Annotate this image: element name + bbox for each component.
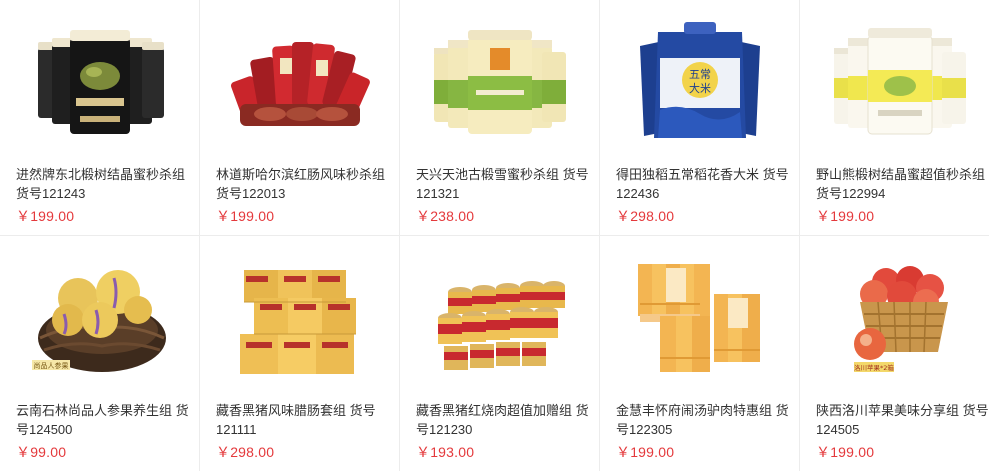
- product-title-line1[interactable]: 林道斯哈尔滨红肠风味秒杀组: [216, 165, 386, 184]
- product-image[interactable]: 洛川苹果*2箱: [830, 254, 970, 382]
- product-title-line1[interactable]: 金慧丰怀府闹汤驴肉特惠组 货: [616, 401, 789, 420]
- product-price: ￥298.00: [216, 444, 275, 460]
- product-image[interactable]: [230, 18, 370, 146]
- product-title-line1[interactable]: 进然牌东北椴树结晶蜜秒杀组: [16, 165, 186, 184]
- product-title[interactable]: 金慧丰怀府闹汤驴肉特惠组 货 号122305: [616, 401, 789, 439]
- product-title[interactable]: 藏香黑猪红烧肉超值加赠组 货 号121230: [416, 401, 589, 439]
- product-price: ￥199.00: [616, 444, 675, 460]
- product-image[interactable]: [30, 18, 170, 146]
- product-title-line2[interactable]: 货号122013: [216, 184, 386, 203]
- product-grid: 进然牌东北椴树结晶蜜秒杀组 货号121243 ￥199.00 林道斯哈尔滨红肠风…: [0, 0, 989, 471]
- product-title[interactable]: 藏香黑猪风味腊肠套组 货号 121111: [216, 401, 386, 439]
- image-caption: 洛川苹果*2箱: [854, 363, 894, 372]
- product-title-line2[interactable]: 号122305: [616, 420, 786, 439]
- product-card[interactable]: 金慧丰怀府闹汤驴肉特惠组 货 号122305 ￥199.00: [600, 236, 800, 471]
- product-title-line1[interactable]: 野山熊椴树结晶蜜超值秒杀组: [816, 165, 986, 184]
- product-card[interactable]: 藏香黑猪红烧肉超值加赠组 货 号121230 ￥193.00: [400, 236, 600, 471]
- product-price: ￥238.00: [416, 208, 475, 224]
- product-image[interactable]: [630, 254, 770, 382]
- product-title-line1[interactable]: 得田独稻五常稻花香大米 货号: [616, 165, 789, 184]
- product-price: ￥199.00: [816, 444, 875, 460]
- product-title-line1[interactable]: 藏香黑猪红烧肉超值加赠组 货: [416, 401, 589, 420]
- product-image[interactable]: 尚品人参果: [30, 254, 170, 382]
- svg-text:五常: 五常: [689, 68, 711, 81]
- product-price: ￥298.00: [616, 208, 675, 224]
- product-price: ￥199.00: [16, 208, 75, 224]
- product-title-line1[interactable]: 藏香黑猪风味腊肠套组 货号: [216, 401, 386, 420]
- product-title[interactable]: 云南石林尚品人参果养生组 货 号124500: [16, 401, 189, 439]
- product-image[interactable]: [230, 254, 370, 382]
- product-title[interactable]: 野山熊椴树结晶蜜超值秒杀组 货号122994: [816, 165, 986, 203]
- product-price: ￥199.00: [816, 208, 875, 224]
- product-title-line2[interactable]: 号121230: [416, 420, 586, 439]
- product-title-line2[interactable]: 货号121243: [16, 184, 186, 203]
- svg-text:大米: 大米: [689, 81, 711, 95]
- product-title-line1[interactable]: 陕西洛川苹果美味分享组 货号: [816, 401, 989, 420]
- product-card[interactable]: 进然牌东北椴树结晶蜜秒杀组 货号121243 ￥199.00: [0, 0, 200, 236]
- product-title-line2[interactable]: 122436: [616, 184, 786, 203]
- product-title-line2[interactable]: 号124500: [16, 420, 186, 439]
- product-title[interactable]: 天兴天池古椴雪蜜秒杀组 货号 121321: [416, 165, 589, 203]
- product-card[interactable]: 藏香黑猪风味腊肠套组 货号 121111 ￥298.00: [200, 236, 400, 471]
- product-title[interactable]: 得田独稻五常稻花香大米 货号 122436: [616, 165, 789, 203]
- product-card[interactable]: 尚品人参果 云南石林尚品人参果养生组 货 号124500 ￥99.00: [0, 236, 200, 471]
- product-title-line1[interactable]: 云南石林尚品人参果养生组 货: [16, 401, 189, 420]
- product-card[interactable]: 洛川苹果*2箱 陕西洛川苹果美味分享组 货号 124505 ￥199.00: [800, 236, 989, 471]
- product-price: ￥193.00: [416, 444, 475, 460]
- product-image[interactable]: [830, 18, 970, 146]
- product-title-line2[interactable]: 货号122994: [816, 184, 986, 203]
- product-card[interactable]: 野山熊椴树结晶蜜超值秒杀组 货号122994 ￥199.00: [800, 0, 989, 236]
- product-title-line2[interactable]: 121321: [416, 184, 586, 203]
- product-image[interactable]: 五常 大米: [630, 18, 770, 146]
- product-image[interactable]: [430, 18, 570, 146]
- product-card[interactable]: 五常 大米 得田独稻五常稻花香大米 货号 122436 ￥298.00: [600, 0, 800, 236]
- product-card[interactable]: 天兴天池古椴雪蜜秒杀组 货号 121321 ￥238.00: [400, 0, 600, 236]
- product-title-line2[interactable]: 124505: [816, 420, 986, 439]
- product-title-line2[interactable]: 121111: [216, 420, 386, 439]
- product-card[interactable]: 林道斯哈尔滨红肠风味秒杀组 货号122013 ￥199.00: [200, 0, 400, 236]
- product-title-line1[interactable]: 天兴天池古椴雪蜜秒杀组 货号: [416, 165, 589, 184]
- product-title[interactable]: 陕西洛川苹果美味分享组 货号 124505: [816, 401, 989, 439]
- product-price: ￥199.00: [216, 208, 275, 224]
- product-price: ￥99.00: [16, 444, 67, 460]
- product-image[interactable]: [430, 254, 570, 382]
- image-caption: 尚品人参果: [34, 361, 69, 370]
- product-title[interactable]: 进然牌东北椴树结晶蜜秒杀组 货号121243: [16, 165, 186, 203]
- product-title[interactable]: 林道斯哈尔滨红肠风味秒杀组 货号122013: [216, 165, 386, 203]
